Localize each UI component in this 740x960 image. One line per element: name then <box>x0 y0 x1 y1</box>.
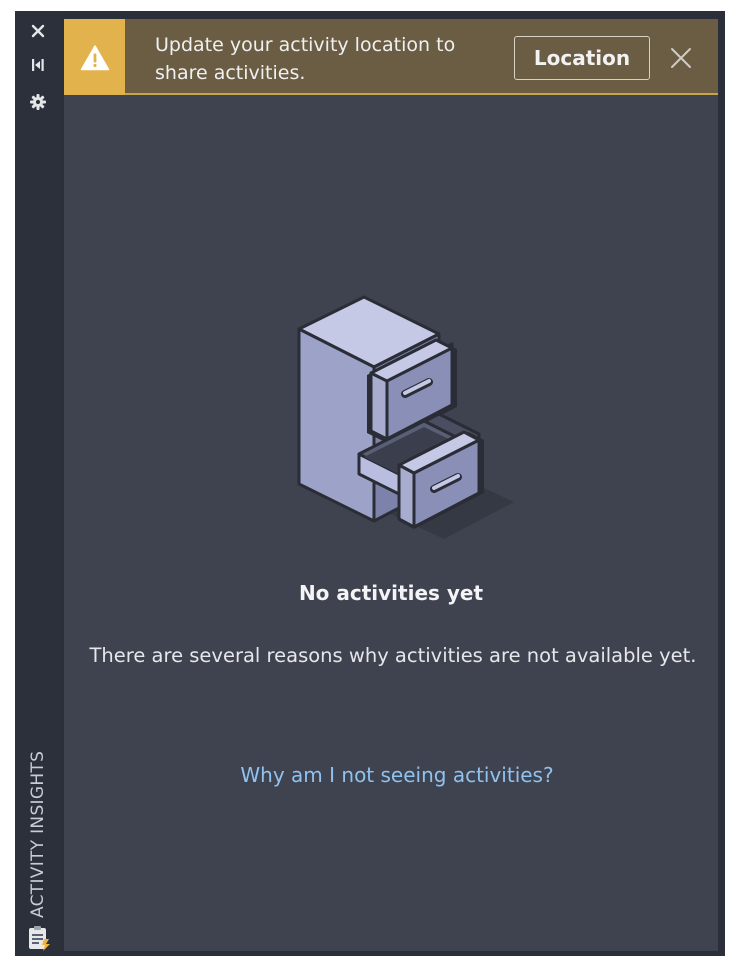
empty-state-description: There are several reasons why activities… <box>89 644 697 667</box>
empty-state-title: No activities yet <box>298 581 484 605</box>
file-cabinet-icon <box>297 295 514 539</box>
banner-message: Update your activity location to share a… <box>155 34 456 84</box>
palette-settings-button[interactable] <box>24 89 52 115</box>
palette-close-button[interactable] <box>24 18 52 44</box>
close-icon[interactable] <box>667 44 695 72</box>
help-link[interactable]: Why am I not seeing activities? <box>64 763 730 787</box>
close-icon <box>31 24 45 38</box>
location-warning-banner: Update your activity location to share a… <box>64 19 718 95</box>
location-button[interactable]: Location <box>514 36 650 80</box>
autohide-button[interactable] <box>24 52 52 78</box>
autohide-icon <box>32 59 44 71</box>
activity-panel: Update your activity location to share a… <box>64 19 718 951</box>
gear-icon <box>30 94 46 110</box>
palette-title: ACTIVITY INSIGHTS <box>28 750 48 918</box>
activity-insights-icon[interactable] <box>25 924 53 952</box>
warning-badge <box>64 19 125 95</box>
palette-title-bar: ACTIVITY INSIGHTS <box>15 11 62 956</box>
palette-window: ACTIVITY INSIGHTS Update your activity l… <box>15 11 725 956</box>
warning-icon <box>80 44 109 70</box>
